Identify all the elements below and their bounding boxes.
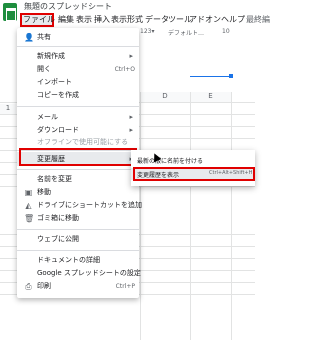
file-menu-publish[interactable]: ウェブに公開 <box>17 233 139 246</box>
file-menu-details[interactable]: ドキュメントの詳細 <box>17 254 139 267</box>
download-label: ダウンロード <box>37 126 79 134</box>
open-shortcut: Ctrl+O <box>114 66 135 73</box>
menu-divider <box>17 106 139 107</box>
column-header-e[interactable]: E <box>190 92 231 102</box>
file-menu-copy[interactable]: コピーを作成 <box>17 89 139 102</box>
gridline <box>190 92 191 340</box>
submenu-arrow-icon: ▸ <box>129 126 133 134</box>
share-icon: 👤 <box>24 33 34 42</box>
fill-handle[interactable] <box>229 74 233 78</box>
format-menu-dropdown[interactable]: 123▾ <box>140 28 154 35</box>
file-menu-import[interactable]: インポート <box>17 76 139 89</box>
share-label: 共有 <box>37 33 51 41</box>
gridline <box>140 92 141 340</box>
move-label: 移動 <box>37 188 51 196</box>
publish-label: ウェブに公開 <box>37 235 79 243</box>
menu-view[interactable]: 表示 <box>76 14 92 26</box>
gridline <box>231 92 232 340</box>
file-menu-trash[interactable]: 🗑 ゴミ箱に移動 <box>17 212 139 225</box>
row-header-1[interactable]: 1 <box>0 104 16 114</box>
show-history-highlight <box>133 167 255 181</box>
file-menu-new[interactable]: 新規作成 ▸ <box>17 50 139 63</box>
menu-divider <box>17 169 139 170</box>
file-menu-settings[interactable]: Google スプレッドシートの設定 <box>17 267 141 280</box>
trash-icon: 🗑 <box>24 214 35 223</box>
menu-edit[interactable]: 編集 <box>58 14 74 26</box>
file-menu-email[interactable]: メール ▸ <box>17 111 139 124</box>
print-shortcut: Ctrl+P <box>115 283 135 290</box>
file-menu-add-shortcut[interactable]: ◭ ドライブにショートカットを追加 <box>17 199 142 212</box>
add-shortcut-label: ドライブにショートカットを追加 <box>37 201 142 209</box>
submenu-arrow-icon: ▸ <box>129 113 133 121</box>
name-current-version-label: 最新の版に名前を付ける <box>137 158 204 165</box>
file-menu-share[interactable]: 👤 共有 <box>17 31 139 44</box>
font-dropdown[interactable]: デフォルト… <box>168 28 204 37</box>
folder-move-icon: ▣ <box>24 188 33 197</box>
column-header-d[interactable]: D <box>140 92 190 102</box>
menubar: ファイル 編集 表示 挿入 表示形式 データ ツール アドオン ヘルプ 最終編 <box>0 13 270 28</box>
import-label: インポート <box>37 78 72 86</box>
print-label: 印刷 <box>37 282 51 290</box>
open-label: 開く <box>37 65 51 73</box>
menu-divider <box>17 229 139 230</box>
document-title[interactable]: 無題のスプレッドシート <box>24 1 112 12</box>
font-size-dropdown[interactable]: 10 <box>222 28 230 35</box>
file-menu-rename[interactable]: 名前を変更 <box>17 173 139 186</box>
submenu-arrow-icon: ▸ <box>129 52 133 60</box>
menu-file[interactable]: ファイル <box>20 13 55 27</box>
menu-format[interactable]: 表示形式 <box>111 14 143 26</box>
menu-insert[interactable]: 挿入 <box>94 14 110 26</box>
last-edit-link[interactable]: 最終編 <box>246 14 270 26</box>
selected-cell-border <box>190 76 231 77</box>
offline-label: オフラインで使用可能にする <box>37 138 129 146</box>
submenu-name-current-version[interactable]: 最新の版に名前を付ける <box>131 154 255 166</box>
rename-label: 名前を変更 <box>37 175 72 183</box>
file-menu-print[interactable]: ⎙ 印刷 Ctrl+P <box>17 280 139 293</box>
settings-label: Google スプレッドシートの設定 <box>37 269 141 277</box>
copy-label: コピーを作成 <box>37 91 79 99</box>
details-label: ドキュメントの詳細 <box>37 256 100 264</box>
menu-divider <box>17 46 139 47</box>
version-history-highlight <box>19 148 137 166</box>
print-icon: ⎙ <box>25 282 32 291</box>
trash-label: ゴミ箱に移動 <box>37 214 79 222</box>
menu-help[interactable]: ヘルプ <box>221 14 245 26</box>
drive-shortcut-icon: ◭ <box>25 201 32 210</box>
new-label: 新規作成 <box>37 52 65 60</box>
email-label: メール <box>37 113 58 121</box>
file-menu-move[interactable]: ▣ 移動 <box>17 186 139 199</box>
menu-addons[interactable]: アドオン <box>189 14 221 26</box>
menu-divider <box>17 250 139 251</box>
menu-data[interactable]: データ <box>145 14 169 26</box>
file-menu-open[interactable]: 開く Ctrl+O <box>17 63 139 76</box>
